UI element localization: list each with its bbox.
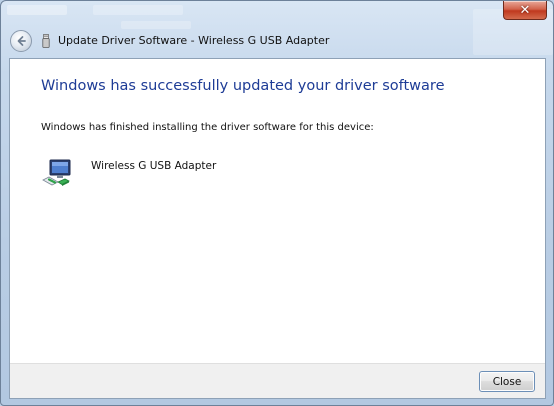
device-name-label: Wireless G USB Adapter: [91, 160, 217, 172]
dialog-content: Windows has successfully updated your dr…: [9, 58, 546, 399]
network-adapter-icon: [42, 159, 71, 186]
window-close-button[interactable]: ✕: [503, 1, 547, 20]
background-window-fragment: [7, 5, 67, 15]
background-window-fragment: [121, 21, 191, 29]
background-window-fragment: [93, 5, 183, 15]
status-message: Windows has finished installing the driv…: [41, 122, 374, 133]
usb-device-icon: [42, 34, 50, 48]
window-title: Update Driver Software - Wireless G USB …: [58, 34, 330, 47]
dialog-footer: Close: [10, 363, 545, 398]
success-heading: Windows has successfully updated your dr…: [41, 78, 445, 94]
close-button[interactable]: Close: [479, 371, 535, 392]
window-frame: ✕ Update Driver Software - Wireless G US…: [0, 0, 554, 406]
back-button[interactable]: [10, 30, 32, 52]
close-icon: ✕: [519, 2, 531, 18]
title-bar: Update Driver Software - Wireless G USB …: [9, 29, 545, 55]
back-arrow-icon: [17, 36, 26, 46]
